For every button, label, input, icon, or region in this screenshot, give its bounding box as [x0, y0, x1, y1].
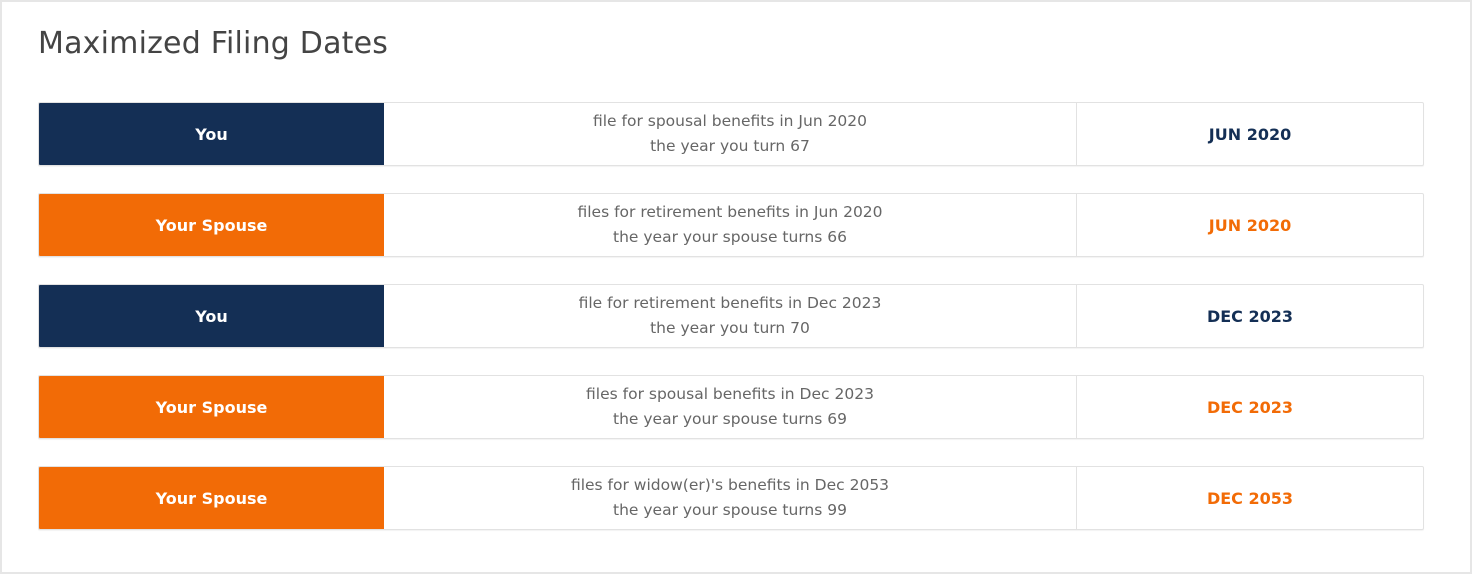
filing-row: Your Spouse files for retirement benefit… [38, 193, 1424, 257]
filing-date: DEC 2023 [1206, 306, 1294, 326]
filing-row: Your Spouse files for spousal benefits i… [38, 375, 1424, 439]
filing-date: JUN 2020 [1208, 215, 1292, 235]
filing-age: the year you turn 67 [650, 137, 810, 155]
filing-age: the year your spouse turns 99 [613, 501, 847, 519]
filing-age: the year your spouse turns 69 [613, 410, 847, 428]
filing-row: You file for retirement benefits in Dec … [38, 284, 1424, 348]
filing-description: file for retirement benefits in Dec 2023… [384, 285, 1077, 347]
filing-description: files for retirement benefits in Jun 202… [384, 194, 1077, 256]
filing-action: files for retirement benefits in Jun 202… [577, 203, 883, 221]
filing-date: JUN 2020 [1208, 124, 1292, 144]
person-label: Your Spouse [39, 467, 384, 529]
filing-dates-panel: Maximized Filing Dates You file for spou… [0, 0, 1472, 574]
filing-action: files for widow(er)'s benefits in Dec 20… [570, 476, 890, 494]
person-label: You [39, 285, 384, 347]
filing-age: the year you turn 70 [650, 319, 810, 337]
filing-date: DEC 2053 [1206, 488, 1294, 508]
person-label: You [39, 103, 384, 165]
filing-description: files for spousal benefits in Dec 2023 t… [384, 376, 1077, 438]
filing-row: Your Spouse files for widow(er)'s benefi… [38, 466, 1424, 530]
filing-action: file for retirement benefits in Dec 2023 [578, 294, 882, 312]
filing-age: the year your spouse turns 66 [613, 228, 847, 246]
panel-title: Maximized Filing Dates [38, 26, 389, 61]
filing-action: files for spousal benefits in Dec 2023 [586, 385, 874, 403]
filing-description: file for spousal benefits in Jun 2020 th… [384, 103, 1077, 165]
filing-description: files for widow(er)'s benefits in Dec 20… [384, 467, 1077, 529]
person-label: Your Spouse [39, 376, 384, 438]
filing-dates-list: You file for spousal benefits in Jun 202… [38, 102, 1424, 557]
person-label: Your Spouse [39, 194, 384, 256]
filing-row: You file for spousal benefits in Jun 202… [38, 102, 1424, 166]
filing-action: file for spousal benefits in Jun 2020 [592, 112, 868, 130]
filing-date: DEC 2023 [1206, 397, 1294, 417]
